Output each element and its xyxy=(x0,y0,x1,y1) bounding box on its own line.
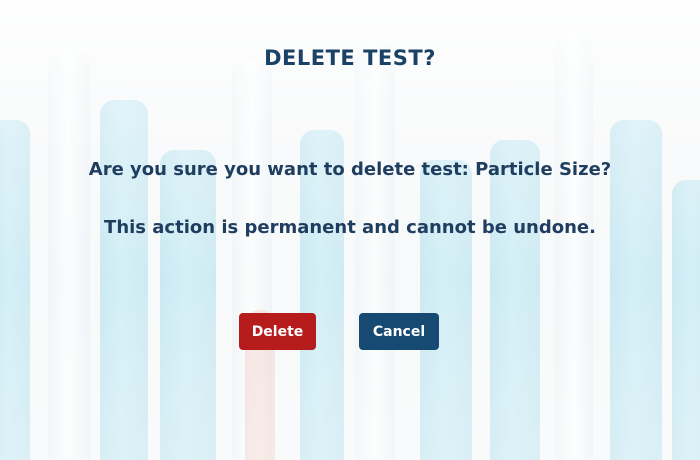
cancel-button[interactable]: Cancel xyxy=(359,313,439,350)
dialog-content: DELETE TEST? Are you sure you want to de… xyxy=(0,0,700,460)
warning-message: This action is permanent and cannot be u… xyxy=(104,217,596,238)
dialog-title: DELETE TEST? xyxy=(264,46,436,70)
confirm-message: Are you sure you want to delete test: Pa… xyxy=(88,159,612,180)
delete-test-dialog: DELETE TEST? Are you sure you want to de… xyxy=(0,0,700,460)
delete-button[interactable]: Delete xyxy=(239,313,316,350)
